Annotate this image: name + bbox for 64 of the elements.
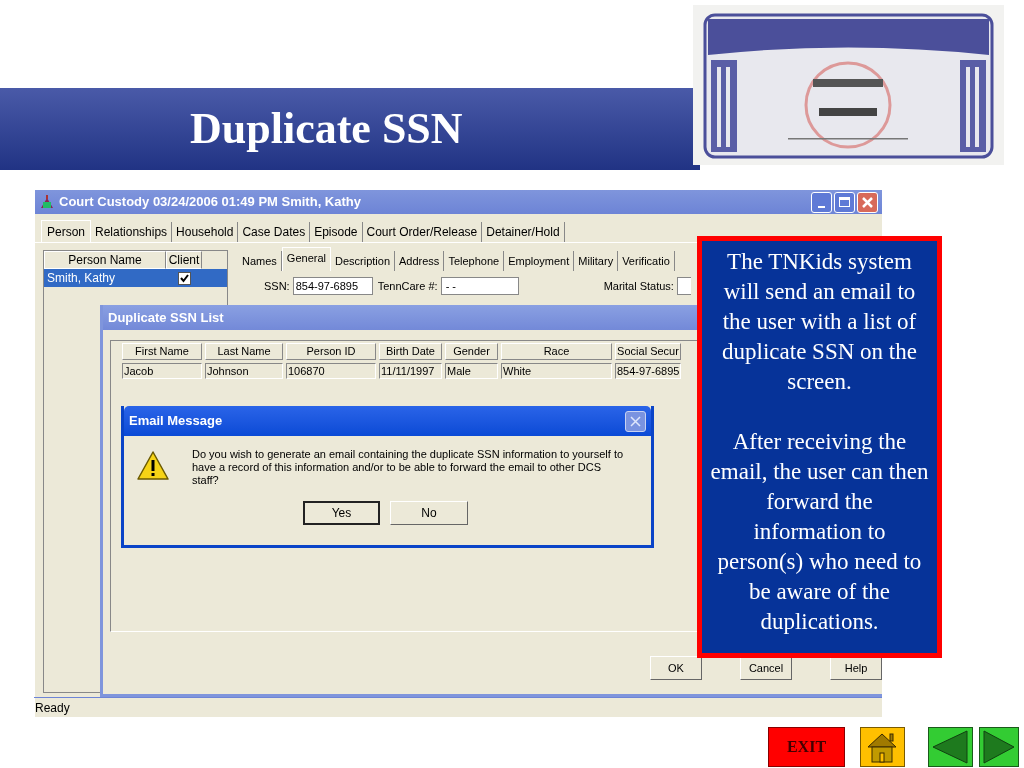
field-label: TennCare #: [377, 278, 438, 294]
tab[interactable]: Episode [310, 222, 363, 242]
tab[interactable]: Telephone [444, 251, 505, 271]
column-header[interactable]: Gender [445, 343, 498, 360]
dialog-title: Duplicate SSN List [108, 308, 224, 327]
window-title: Court Custody 03/24/2006 01:49 PM Smith, Kathy [59, 193, 361, 212]
table-cell: Jacob [122, 363, 202, 379]
column-header[interactable]: Client [166, 251, 202, 269]
field-label: Marital Status: [603, 278, 674, 294]
table-cell: Johnson [205, 363, 283, 379]
table-cell: 11/11/1997 [379, 363, 442, 379]
tab[interactable]: Case Dates [238, 222, 311, 242]
tab[interactable]: Person [41, 220, 92, 242]
next-icon[interactable] [979, 727, 1019, 767]
column-header[interactable]: Birth Date [379, 343, 442, 360]
input-field[interactable] [676, 277, 691, 295]
person-row[interactable]: Smith, Kathy [44, 269, 227, 287]
check-icon [179, 273, 189, 283]
client-checkbox[interactable] [177, 271, 191, 285]
tab[interactable]: Employment [504, 251, 575, 271]
table-cell: Male [445, 363, 498, 379]
dialog-button[interactable]: Yes [303, 501, 380, 525]
input-field[interactable]: - - [440, 277, 519, 295]
close-icon [862, 196, 873, 208]
column-header[interactable]: First Name [122, 343, 202, 360]
column-header[interactable]: Social Secur [615, 343, 681, 360]
tab[interactable]: Description [331, 251, 395, 271]
table-cell: 106870 [286, 363, 376, 379]
table-cell: 854-97-6895 [615, 363, 681, 379]
tab[interactable]: Military [574, 251, 619, 271]
tab[interactable]: Verificatio [618, 251, 675, 271]
exit-button[interactable]: EXIT [768, 727, 845, 767]
field-label: SSN: [264, 278, 290, 294]
tab[interactable]: Relationships [91, 222, 173, 242]
dialog-button[interactable]: No [390, 501, 468, 525]
callout-text: After receiving the email, the user can then forward the information to person(s) who need to be aware of the duplications. [710, 428, 929, 636]
dialog-button[interactable]: Cancel [740, 656, 792, 680]
dialog-button[interactable]: OK [650, 656, 702, 680]
close-icon [630, 415, 641, 427]
slide-title: Duplicate SSN [190, 107, 463, 151]
input-field[interactable]: 854-97-6895 [292, 277, 373, 295]
dialog-button[interactable]: Help [830, 656, 882, 680]
app-icon [39, 194, 55, 210]
tab[interactable]: General [281, 247, 331, 271]
tab[interactable]: Detainer/Hold [482, 222, 565, 242]
tab[interactable]: Court Order/Release [362, 222, 483, 242]
callout-text: The TNKids system will send an email to the user with a list of duplicate SSN on the screen. [721, 248, 918, 396]
warning-icon [136, 450, 170, 482]
person-name: Smith, Kathy [46, 270, 117, 287]
tab[interactable]: Names [238, 251, 282, 271]
table-cell: White [501, 363, 612, 379]
tab[interactable]: Address [395, 251, 445, 271]
home-icon[interactable] [860, 727, 905, 767]
tab[interactable]: Household [172, 222, 239, 242]
maximize-button[interactable] [834, 191, 855, 213]
dialog-title: Email Message [129, 412, 223, 431]
column-header[interactable]: Race [501, 343, 612, 360]
column-header[interactable]: Person ID [286, 343, 376, 360]
minimize-button[interactable] [811, 191, 832, 213]
column-header[interactable]: Last Name [205, 343, 283, 360]
column-header[interactable]: Person Name [44, 251, 166, 269]
close-button[interactable] [625, 410, 646, 432]
previous-icon[interactable] [928, 727, 973, 767]
message-text: Do you wish to generate an email containing the duplicate SSN information to yourself to have a record of this information and/or to be able to forward the email to other DCS staff? [192, 448, 625, 487]
